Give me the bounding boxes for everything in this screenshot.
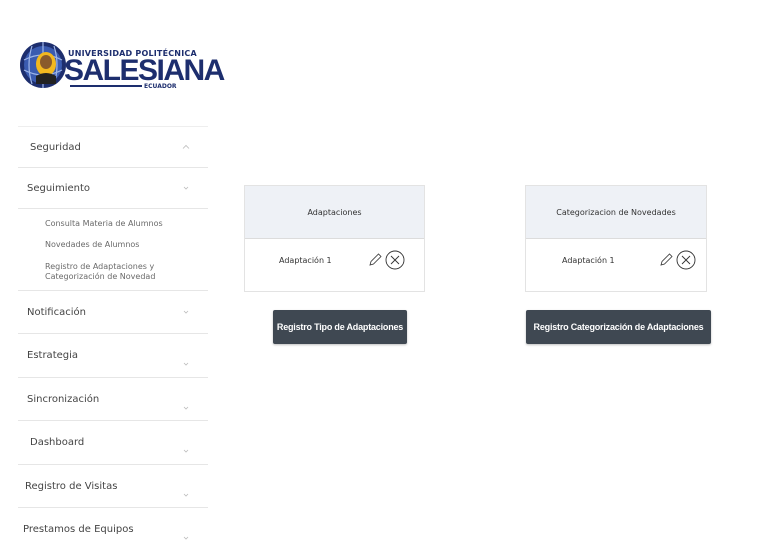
sidebar-item-seguimiento[interactable]: Seguimiento <box>18 168 208 209</box>
submenu-item-novedades[interactable]: Novedades de Alumnos <box>45 240 185 250</box>
list-item: Adaptación 1 <box>526 239 706 291</box>
university-logo: UNIVERSIDAD POLITÉCNICA SALESIANA ECUADO… <box>18 40 225 90</box>
globe-emblem-icon <box>20 42 66 88</box>
sidebar-item-sincronizacion[interactable]: Sincronización <box>18 378 208 421</box>
pencil-edit-icon[interactable] <box>658 252 674 268</box>
categorizacion-novedades-card: Categorizacion de Novedades Adaptación 1 <box>525 185 707 292</box>
seguimiento-submenu: Consulta Materia de Alumnos Novedades de… <box>18 209 208 291</box>
sidebar-item-label: Seguridad <box>30 141 81 153</box>
submenu-item-registro-adaptaciones[interactable]: Registro de Adaptaciones y Categorizació… <box>45 262 165 282</box>
row-label: Adaptación 1 <box>562 256 615 265</box>
sidebar-menu: Seguridad Seguimiento Consulta Materia d… <box>18 126 208 550</box>
sidebar-item-dashboard[interactable]: Dashboard <box>18 421 208 465</box>
sidebar-item-label: Sincronización <box>27 393 100 405</box>
submenu-item-consulta-materia[interactable]: Consulta Materia de Alumnos <box>45 219 185 229</box>
registro-categorizacion-adaptaciones-button[interactable]: Registro Categorización de Adaptaciones <box>526 310 711 344</box>
chevron-down-icon <box>183 536 189 540</box>
sidebar-item-label: Registro de Visitas <box>25 480 118 492</box>
sidebar-item-notificacion[interactable]: Notificación <box>18 291 208 334</box>
chevron-down-icon <box>183 493 189 497</box>
delete-circle-icon[interactable] <box>676 250 696 270</box>
chevron-down-icon <box>183 310 189 314</box>
sidebar-item-seguridad[interactable]: Seguridad <box>18 126 208 168</box>
chevron-down-icon <box>183 362 189 366</box>
card-header: Categorizacion de Novedades <box>526 186 706 239</box>
country-label: ECUADOR <box>144 83 177 90</box>
sidebar-item-label: Seguimiento <box>27 182 91 194</box>
sidebar-item-label: Dashboard <box>30 437 85 448</box>
row-label: Adaptación 1 <box>279 256 332 265</box>
chevron-down-icon <box>183 449 189 453</box>
pencil-edit-icon[interactable] <box>367 252 383 268</box>
chevron-down-icon <box>183 186 189 190</box>
sidebar-item-label: Prestamos de Equipos <box>23 523 134 535</box>
sidebar-item-registro-visitas[interactable]: Registro de Visitas <box>18 465 208 508</box>
chevron-up-icon <box>182 144 190 149</box>
adaptaciones-card: Adaptaciones Adaptación 1 <box>244 185 425 292</box>
sidebar-item-label: Estrategia <box>27 350 79 361</box>
card-header: Adaptaciones <box>245 186 424 239</box>
sidebar-item-estrategia[interactable]: Estrategia <box>18 334 208 378</box>
logo-divider <box>70 85 142 87</box>
chevron-down-icon <box>183 406 189 410</box>
registro-tipo-adaptaciones-button[interactable]: Registro Tipo de Adaptaciones <box>273 310 407 344</box>
sidebar-item-label: Notificación <box>27 306 86 318</box>
delete-circle-icon[interactable] <box>385 250 405 270</box>
list-item: Adaptación 1 <box>245 239 424 291</box>
sidebar-item-prestamos-equipos[interactable]: Prestamos de Equipos <box>18 508 208 550</box>
